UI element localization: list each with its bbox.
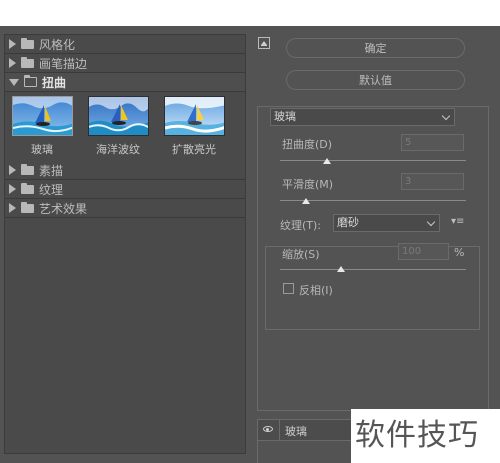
invert-checkbox[interactable] bbox=[283, 283, 294, 294]
texture-label: 纹理(T): bbox=[280, 219, 322, 232]
ocean-ripple-thumbnail-image bbox=[89, 97, 148, 135]
folder-icon bbox=[21, 56, 34, 68]
invert-label: 反相(I) bbox=[299, 284, 333, 297]
thumbnail-label-ocean-ripple: 海洋波纹 bbox=[96, 143, 140, 156]
expand-arrow-icon bbox=[9, 165, 16, 175]
collapse-arrow-icon bbox=[9, 79, 19, 86]
folder-icon bbox=[21, 182, 34, 194]
eye-icon[interactable] bbox=[263, 426, 273, 432]
scaling-label: 缩放(S) bbox=[282, 248, 320, 261]
filter-select[interactable]: 玻璃 bbox=[270, 108, 455, 126]
category-sketch[interactable]: 素描 bbox=[5, 161, 245, 180]
distortion-slider-track[interactable] bbox=[280, 160, 466, 161]
category-artistic[interactable]: 艺术效果 bbox=[5, 199, 245, 218]
distortion-input[interactable]: 5 bbox=[401, 134, 464, 151]
smoothness-slider-handle[interactable] bbox=[302, 198, 311, 204]
glass-thumbnail-image bbox=[13, 97, 72, 135]
folder-icon bbox=[21, 201, 34, 213]
texture-select-value: 磨砂 bbox=[337, 216, 359, 229]
distortion-slider-handle[interactable] bbox=[322, 158, 331, 164]
chevron-down-icon bbox=[426, 217, 436, 227]
expand-arrow-icon bbox=[9, 203, 16, 213]
category-texture[interactable]: 纹理 bbox=[5, 180, 245, 199]
divider bbox=[279, 420, 280, 440]
thumbnail-glass[interactable] bbox=[12, 96, 73, 136]
expand-arrow-icon bbox=[9, 39, 16, 49]
category-label: 素描 bbox=[39, 163, 64, 178]
scaling-unit: % bbox=[454, 246, 465, 259]
smoothness-input[interactable]: 3 bbox=[401, 173, 464, 190]
category-brush-strokes[interactable]: 画笔描边 bbox=[5, 54, 245, 73]
category-label: 画笔描边 bbox=[39, 56, 88, 71]
chevron-down-icon bbox=[441, 111, 451, 121]
category-label: 纹理 bbox=[39, 182, 64, 197]
category-label: 风格化 bbox=[39, 37, 76, 52]
collapse-gallery-icon[interactable] bbox=[258, 37, 270, 49]
thumbnail-label-glass: 玻璃 bbox=[31, 143, 53, 156]
thumbnail-label-diffuse-glow: 扩散亮光 bbox=[172, 143, 216, 156]
category-label: 艺术效果 bbox=[39, 201, 88, 216]
ok-button[interactable]: 确定 bbox=[286, 38, 465, 58]
category-label: 扭曲 bbox=[42, 75, 67, 90]
diffuse-glow-thumbnail-image bbox=[165, 97, 224, 135]
watermark-text: 软件技巧 bbox=[351, 409, 500, 463]
default-button[interactable]: 默认值 bbox=[286, 70, 465, 90]
filter-gallery-dialog: 风格化 画笔描边 扭曲 玻璃 海洋波纹 扩散亮光 素描 纹理 艺术效果 确定 默… bbox=[0, 26, 500, 463]
folder-open-icon bbox=[24, 75, 37, 87]
scaling-slider-handle[interactable] bbox=[337, 266, 346, 272]
distortion-label: 扭曲度(D) bbox=[282, 138, 333, 151]
texture-select[interactable]: 磨砂 bbox=[333, 214, 440, 232]
panel-menu-icon[interactable]: ▾≡ bbox=[451, 216, 464, 227]
expand-arrow-icon bbox=[9, 58, 16, 68]
filter-select-value: 玻璃 bbox=[274, 110, 296, 123]
thumbnail-ocean-ripple[interactable] bbox=[88, 96, 149, 136]
thumbnail-diffuse-glow[interactable] bbox=[164, 96, 225, 136]
expand-arrow-icon bbox=[9, 184, 16, 194]
smoothness-label: 平滑度(M) bbox=[282, 178, 334, 191]
category-stylize[interactable]: 风格化 bbox=[5, 35, 245, 54]
scaling-slider-track[interactable] bbox=[280, 269, 466, 270]
scaling-input[interactable]: 100 bbox=[398, 243, 449, 260]
folder-icon bbox=[21, 163, 34, 175]
folder-icon bbox=[21, 37, 34, 49]
category-distort[interactable]: 扭曲 bbox=[5, 73, 245, 92]
filter-category-list: 风格化 画笔描边 扭曲 玻璃 海洋波纹 扩散亮光 素描 纹理 艺术效果 bbox=[4, 34, 246, 454]
effect-layer-label: 玻璃 bbox=[285, 425, 307, 438]
